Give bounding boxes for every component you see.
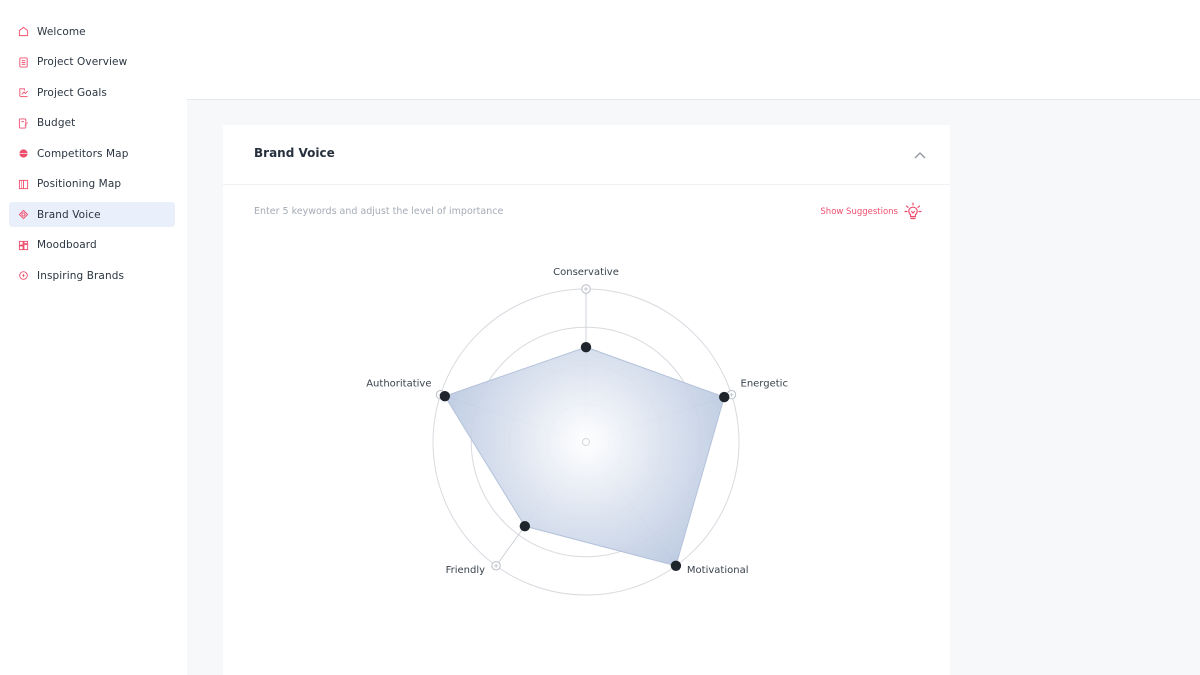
- sidebar-item-positioning-map[interactable]: Positioning Map: [9, 172, 175, 197]
- competitors-icon: [17, 148, 29, 160]
- budget-icon: [17, 117, 29, 129]
- moodboard-icon: [17, 239, 29, 251]
- inspiring-icon: [17, 270, 29, 282]
- sidebar-item-label: Competitors Map: [37, 147, 129, 160]
- goals-icon: [17, 87, 29, 99]
- card-title: Brand Voice: [254, 146, 335, 160]
- sidebar-item-brand-voice[interactable]: Brand Voice: [9, 202, 175, 227]
- sidebar-nav: Welcome Project Overview Project Goals Budg…: [0, 0, 187, 288]
- brand-voice-icon: [17, 209, 29, 221]
- sidebar-item-inspiring-brands[interactable]: Inspiring Brands: [9, 263, 175, 288]
- brand-voice-card: Brand Voice Enter 5 keywords and adjust …: [223, 125, 950, 675]
- sidebar-item-label: Project Overview: [37, 56, 128, 68]
- sidebar-item-label: Welcome: [37, 25, 86, 38]
- app-root: Welcome Project Overview Project Goals Budg…: [0, 0, 1200, 675]
- card-header: Brand Voice: [223, 125, 950, 185]
- sidebar-item-welcome[interactable]: Welcome: [9, 19, 175, 44]
- sidebar-item-label: Project Goals: [37, 86, 107, 99]
- sidebar-item-project-goals[interactable]: Project Goals: [9, 80, 175, 105]
- home-icon: [17, 26, 29, 38]
- sidebar-item-project-overview[interactable]: Project Overview: [9, 50, 175, 75]
- sidebar-item-label: Budget: [37, 117, 76, 129]
- positioning-icon: [17, 178, 29, 190]
- chevron-up-icon: [914, 152, 926, 159]
- sidebar: Welcome Project Overview Project Goals Budg…: [0, 0, 187, 675]
- sidebar-item-label: Inspiring Brands: [37, 269, 125, 282]
- sidebar-item-label: Positioning Map: [37, 178, 122, 190]
- sidebar-item-label: Brand Voice: [37, 208, 101, 221]
- top-bar: [187, 0, 1200, 100]
- collapse-button[interactable]: [912, 147, 928, 163]
- show-suggestions-label: Show Suggestions: [820, 207, 898, 217]
- sidebar-item-competitors-map[interactable]: Competitors Map: [9, 141, 175, 166]
- sidebar-item-label: Moodboard: [37, 239, 97, 251]
- sidebar-item-budget[interactable]: Budget: [9, 111, 175, 136]
- document-icon: [17, 56, 29, 68]
- show-suggestions-button[interactable]: Show Suggestions: [820, 202, 922, 222]
- instructions-text: Enter 5 keywords and adjust the level of…: [254, 206, 504, 217]
- sidebar-item-moodboard[interactable]: Moodboard: [9, 233, 175, 258]
- lightbulb-icon: [904, 202, 922, 220]
